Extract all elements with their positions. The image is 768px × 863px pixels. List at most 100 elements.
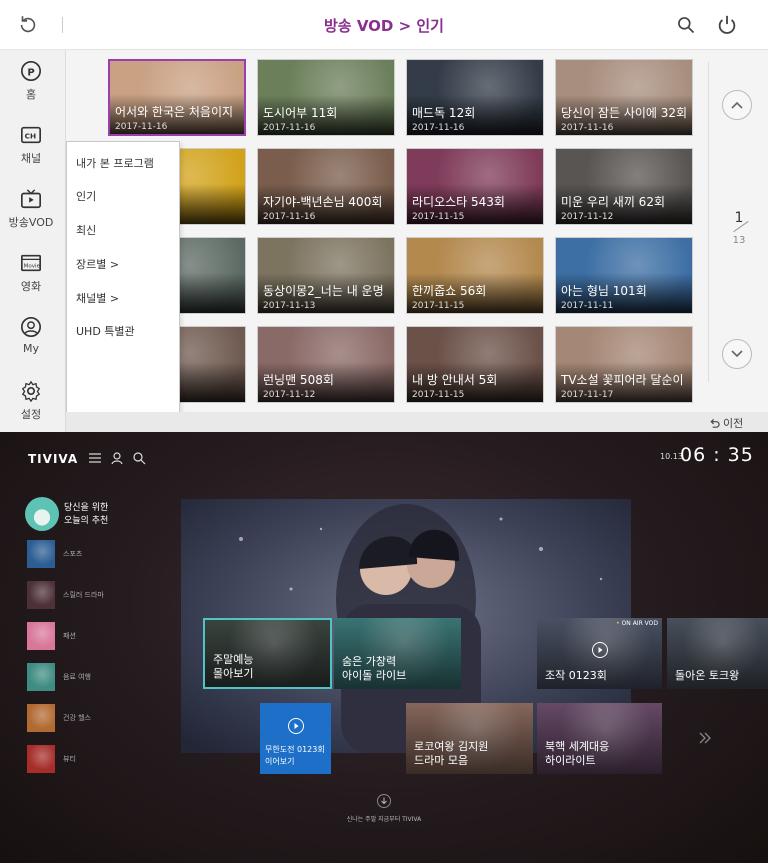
vod-tile[interactable]: 자기야-백년손님 400회 2017-11-16	[257, 148, 395, 225]
tiviva-home-screen: TIVIVA 10.13 06 : 35 당신을 위한 오늘의 추천 스포츠 스릴…	[0, 432, 768, 863]
tile-title: 한끼줍쇼 56회	[412, 284, 487, 298]
recommend-line1: 당신을 위한	[64, 503, 109, 513]
category-item[interactable]: 스포츠	[27, 540, 167, 568]
scroll-hint-text: 신나는 주말 지금부터 TIVIVA	[346, 816, 422, 823]
channel-icon: CH	[21, 126, 41, 144]
footer-strip	[66, 412, 768, 432]
vod-tile[interactable]: 라디오스타 543회 2017-11-15	[406, 148, 544, 225]
sidebar-label: 방송VOD	[8, 216, 54, 229]
prev-button[interactable]: 이전	[709, 415, 743, 431]
sidebar-item-my[interactable]: My	[0, 316, 62, 376]
play-icon	[288, 718, 304, 734]
tile-title: 동상이몽2_너는 내 운명	[263, 284, 384, 298]
category-label: 뷰티	[63, 755, 76, 763]
card-title: 북핵 세계대응 하이라이트	[545, 740, 610, 767]
page-up-button[interactable]	[722, 90, 752, 120]
sidebar-item-channel[interactable]: CH 채널	[0, 124, 62, 184]
vod-tile[interactable]: TV소설 꽃피어라 달순이 2017-11-17	[555, 326, 693, 403]
page-total: 13	[732, 235, 746, 246]
gear-icon	[21, 380, 41, 402]
menu-icon[interactable]	[88, 451, 102, 465]
chevron-down-icon	[731, 350, 743, 358]
content-card[interactable]: • ON AIR VOD 조작 0123회	[537, 618, 662, 689]
content-card[interactable]: 로코여왕 김지원 드라마 모음	[406, 703, 533, 774]
submenu-item-popular[interactable]: 인기	[76, 188, 96, 204]
sidebar-item-vod[interactable]: 방송VOD	[0, 188, 62, 248]
prev-label: 이전	[723, 417, 744, 430]
tile-date: 2017-11-12	[263, 390, 316, 400]
scroll-hint[interactable]: 신나는 주말 지금부터 TIVIVA	[0, 794, 768, 823]
tile-date: 2017-11-15	[412, 390, 465, 400]
double-chevron-right-icon[interactable]	[698, 732, 712, 744]
category-item[interactable]: 음료 여행	[27, 663, 167, 691]
clock-time: 06 : 35	[680, 444, 754, 466]
content-card[interactable]: 주말예능 몰아보기	[203, 618, 332, 689]
recommend-label[interactable]: 당신을 위한 오늘의 추천	[64, 502, 154, 528]
tile-title: 도시어부 11회	[263, 106, 338, 120]
category-thumbnail	[27, 622, 55, 650]
tile-date: 2017-11-16	[115, 122, 168, 132]
page-down-button[interactable]	[722, 339, 752, 369]
vod-tile[interactable]: 미운 우리 새끼 62회 2017-11-12	[555, 148, 693, 225]
category-item[interactable]: 패션	[27, 622, 167, 650]
vod-tile[interactable]: 아는 형님 101회 2017-11-11	[555, 237, 693, 314]
vod-tile[interactable]: 어서와 한국은 처음이지 2017-11-16	[108, 59, 246, 136]
person-icon[interactable]	[110, 451, 124, 465]
search-icon[interactable]	[132, 451, 146, 465]
continue-watching-card[interactable]: 무한도전 0123회 이어보기	[260, 703, 331, 774]
tile-title: TV소설 꽃피어라 달순이	[561, 373, 684, 387]
home-icon: P	[21, 61, 41, 81]
tile-title: 어서와 한국은 처음이지	[115, 105, 234, 119]
content-card[interactable]: 북핵 세계대응 하이라이트	[537, 703, 662, 774]
svg-text:CH: CH	[25, 132, 37, 141]
tiviva-logo: TIVIVA	[28, 452, 79, 466]
sidebar-item-movie[interactable]: Movie 영화	[0, 252, 62, 312]
card-title: 숨은 가창력 아이돌 라이브	[342, 655, 407, 682]
tile-date: 2017-11-16	[263, 123, 316, 133]
recommend-avatar[interactable]	[25, 497, 59, 531]
category-item[interactable]: 스릴러 드라마	[27, 581, 167, 609]
down-arrow-icon	[377, 794, 391, 808]
tile-date: 2017-11-16	[561, 123, 614, 133]
submenu-item-watched[interactable]: 내가 본 프로그램	[76, 155, 154, 171]
vod-tile[interactable]: 동상이몽2_너는 내 운명 2017-11-13	[257, 237, 395, 314]
power-icon[interactable]	[716, 14, 738, 36]
tile-title: 라디오스타 543회	[412, 195, 505, 209]
category-thumbnail	[27, 540, 55, 568]
submenu-item-channel[interactable]: 채널별 >	[76, 290, 119, 306]
card-title: 조작 0123회	[545, 669, 607, 682]
sidebar-label: 설정	[20, 408, 42, 421]
tile-title: 매드독 12회	[412, 106, 476, 120]
content-card[interactable]: 돌아온 토크왕	[667, 618, 768, 689]
submenu-item-latest[interactable]: 최신	[76, 222, 96, 238]
svg-text:Movie: Movie	[24, 264, 41, 270]
sidebar-item-home[interactable]: P 홈	[0, 60, 62, 120]
submenu-item-uhd[interactable]: UHD 특별관	[76, 323, 135, 339]
vod-tile[interactable]: 당신이 잠든 사이에 32회 2017-11-16	[555, 59, 693, 136]
category-thumbnail	[27, 745, 55, 773]
tile-date: 2017-11-17	[561, 390, 614, 400]
tile-title: 아는 형님 101회	[561, 284, 647, 298]
category-thumbnail	[27, 581, 55, 609]
submenu-item-genre[interactable]: 장르별 >	[76, 256, 119, 272]
category-label: 스릴러 드라마	[63, 591, 104, 599]
vod-tile[interactable]: 내 방 안내서 5회 2017-11-15	[406, 326, 544, 403]
vod-tile[interactable]: 도시어부 11회 2017-11-16	[257, 59, 395, 136]
card-title: 로코여왕 김지원 드라마 모음	[414, 740, 489, 767]
vod-tile[interactable]: 런닝맨 508회 2017-11-12	[257, 326, 395, 403]
sidebar-item-settings[interactable]: 설정	[0, 380, 62, 440]
vod-tile[interactable]: 한끼줍쇼 56회 2017-11-15	[406, 237, 544, 314]
category-item[interactable]: 뷰티	[27, 745, 167, 773]
vod-tile[interactable]: 매드독 12회 2017-11-16	[406, 59, 544, 136]
tile-date: 2017-11-16	[263, 212, 316, 222]
tile-date: 2017-11-13	[263, 301, 316, 311]
header-bar: 방송 VOD > 인기	[0, 0, 768, 50]
tile-date: 2017-11-12	[561, 212, 614, 222]
tile-date: 2017-11-15	[412, 212, 465, 222]
chevron-up-icon	[731, 101, 743, 109]
tile-title: 런닝맨 508회	[263, 373, 334, 387]
search-icon[interactable]	[676, 15, 696, 35]
category-item[interactable]: 건강 헬스	[27, 704, 167, 732]
undo-arrow-icon	[710, 418, 720, 428]
content-card[interactable]: 숨은 가창력 아이돌 라이브	[334, 618, 461, 689]
